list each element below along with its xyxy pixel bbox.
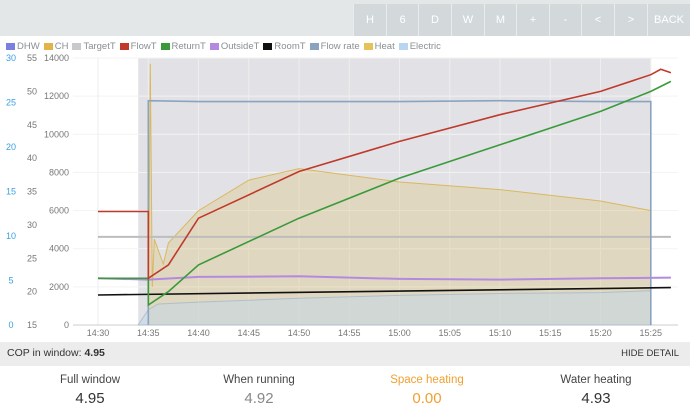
power-tick-label: 6000 bbox=[49, 206, 69, 216]
summary-value: 4.93 bbox=[581, 390, 611, 407]
power-tick-label: 8000 bbox=[49, 167, 69, 177]
flow-rate-tick-label: 0 bbox=[8, 320, 13, 330]
summary-value: 4.95 bbox=[75, 390, 105, 407]
time-tick-label: 14:30 bbox=[87, 328, 110, 338]
flow-rate-tick-label: 20 bbox=[6, 142, 16, 152]
flow-rate-tick-label: 15 bbox=[6, 187, 16, 197]
temperature-tick-label: 55 bbox=[27, 53, 37, 63]
power-tick-label: 4000 bbox=[49, 244, 69, 254]
summary-value: 4.92 bbox=[244, 390, 274, 407]
cop-label: COP in window: bbox=[7, 347, 82, 359]
time-tick-label: 15:10 bbox=[489, 328, 512, 338]
summary-when-running: When running 4.92 bbox=[173, 374, 345, 407]
time-tick-label: 14:40 bbox=[187, 328, 210, 338]
temperature-tick-label: 45 bbox=[27, 120, 37, 130]
hide-detail-button[interactable]: HIDE DETAIL bbox=[621, 348, 679, 359]
summary-space-heating: Space heating 0.00 bbox=[341, 374, 513, 407]
zoom-out-button[interactable]: - bbox=[549, 4, 581, 36]
temperature-tick-label: 50 bbox=[27, 86, 37, 96]
power-tick-label: 12000 bbox=[44, 91, 69, 101]
temperature-tick-label: 30 bbox=[27, 220, 37, 230]
power-tick-label: 14000 bbox=[44, 53, 69, 63]
day-button[interactable]: D bbox=[418, 4, 451, 36]
toolbar: H 6 D W M + - < > BACK bbox=[0, 0, 690, 36]
flow-rate-tick-label: 10 bbox=[6, 231, 16, 241]
time-tick-label: 14:50 bbox=[288, 328, 311, 338]
time-tick-label: 15:00 bbox=[388, 328, 411, 338]
temperature-tick-label: 20 bbox=[27, 287, 37, 297]
power-tick-label: 10000 bbox=[44, 129, 69, 139]
pan-right-button[interactable]: > bbox=[614, 4, 647, 36]
temperature-tick-label: 15 bbox=[27, 320, 37, 330]
zoom-in-button[interactable]: + bbox=[516, 4, 549, 36]
flow-rate-tick-label: 25 bbox=[6, 98, 16, 108]
time-tick-label: 15:25 bbox=[639, 328, 662, 338]
cop-value: 4.95 bbox=[84, 347, 105, 359]
summary-label: Water heating bbox=[560, 374, 632, 386]
stats-bar: COP in window: 4.95 HIDE DETAIL bbox=[0, 342, 690, 366]
power-tick-label: 2000 bbox=[49, 282, 69, 292]
time-tick-label: 15:05 bbox=[438, 328, 461, 338]
flow-rate-tick-label: 30 bbox=[6, 53, 16, 63]
six-hour-button[interactable]: 6 bbox=[386, 4, 418, 36]
time-tick-label: 14:55 bbox=[338, 328, 361, 338]
week-button[interactable]: W bbox=[451, 4, 484, 36]
summary-label: When running bbox=[223, 374, 295, 386]
time-tick-label: 14:45 bbox=[237, 328, 260, 338]
temperature-tick-label: 25 bbox=[27, 253, 37, 263]
summary-label: Space heating bbox=[390, 374, 464, 386]
cop-summary: Full window 4.95 When running 4.92 Space… bbox=[0, 366, 690, 410]
cop-in-window: COP in window: 4.95 bbox=[7, 347, 105, 359]
time-tick-label: 15:15 bbox=[539, 328, 562, 338]
summary-water-heating: Water heating 4.93 bbox=[510, 374, 682, 407]
temperature-tick-label: 40 bbox=[27, 153, 37, 163]
summary-full-window: Full window 4.95 bbox=[4, 374, 176, 407]
time-tick-label: 15:20 bbox=[589, 328, 612, 338]
temperature-tick-label: 35 bbox=[27, 187, 37, 197]
back-button[interactable]: BACK bbox=[647, 4, 690, 36]
hour-button[interactable]: H bbox=[353, 4, 386, 36]
summary-value: 0.00 bbox=[412, 390, 442, 407]
heatpump-chart[interactable]: 0 5 10 15 20 25 30 15 20 25 30 35 40 45 50 55 0 2000 4000 6… bbox=[0, 48, 690, 342]
power-tick-label: 0 bbox=[64, 320, 69, 330]
time-tick-label: 14:35 bbox=[137, 328, 160, 338]
summary-label: Full window bbox=[59, 374, 121, 386]
pan-left-button[interactable]: < bbox=[581, 4, 614, 36]
month-button[interactable]: M bbox=[484, 4, 516, 36]
flow-rate-tick-label: 5 bbox=[8, 276, 13, 286]
